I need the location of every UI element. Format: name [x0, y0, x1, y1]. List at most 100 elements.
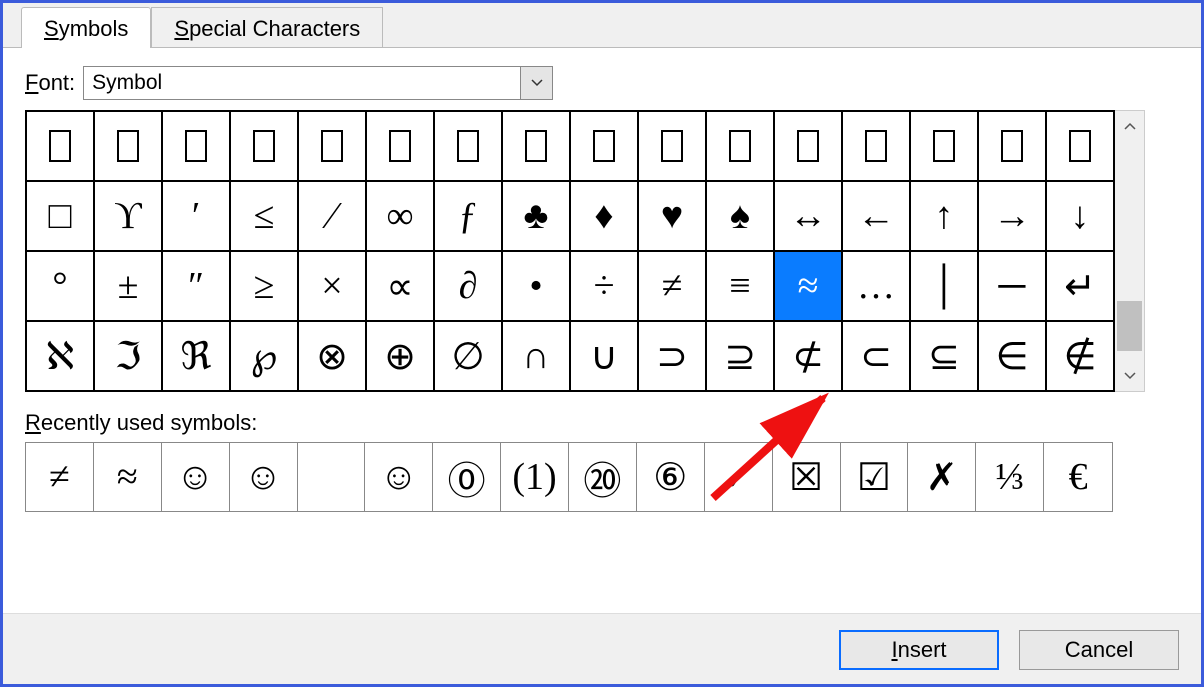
symbol-cell[interactable]: ⊄: [774, 321, 842, 391]
recent-label: Recently used symbols:: [25, 410, 1179, 436]
symbol-cell[interactable]: °: [26, 251, 94, 321]
symbol-cell[interactable]: ℵ: [26, 321, 94, 391]
empty-glyph-icon: [729, 130, 751, 162]
symbol-cell[interactable]: ′: [162, 181, 230, 251]
font-select[interactable]: Symbol: [83, 66, 553, 100]
recent-symbol-cell[interactable]: ☒: [773, 443, 841, 511]
symbol-cell[interactable]: [774, 111, 842, 181]
empty-glyph-icon: [865, 130, 887, 162]
tab-symbols[interactable]: Symbols: [21, 7, 151, 48]
symbol-cell[interactable]: ≈: [774, 251, 842, 321]
symbol-cell[interactable]: ♠: [706, 181, 774, 251]
symbol-cell[interactable]: ⊕: [366, 321, 434, 391]
symbol-cell[interactable]: ⊗: [298, 321, 366, 391]
symbol-cell[interactable]: [230, 111, 298, 181]
scroll-up-button[interactable]: [1115, 111, 1144, 141]
symbol-cell[interactable]: …: [842, 251, 910, 321]
chevron-down-icon: [531, 79, 543, 87]
recent-symbol-cell[interactable]: ⓪: [433, 443, 501, 511]
symbol-cell[interactable]: [366, 111, 434, 181]
symbol-cell[interactable]: ≡: [706, 251, 774, 321]
symbol-cell[interactable]: ⊃: [638, 321, 706, 391]
symbol-cell[interactable]: ⁄: [298, 181, 366, 251]
grid-scrollbar[interactable]: [1115, 110, 1145, 392]
recent-symbol-cell[interactable]: ☺: [162, 443, 230, 511]
empty-glyph-icon: [321, 130, 343, 162]
symbol-cell[interactable]: ∂: [434, 251, 502, 321]
scroll-thumb[interactable]: [1117, 301, 1142, 351]
symbol-cell[interactable]: ♣: [502, 181, 570, 251]
symbol-cell[interactable]: [638, 111, 706, 181]
symbol-cell[interactable]: ∅: [434, 321, 502, 391]
symbol-cell[interactable]: •: [502, 251, 570, 321]
symbol-cell[interactable]: ↓: [1046, 181, 1114, 251]
symbol-cell[interactable]: ⊇: [706, 321, 774, 391]
recent-symbol-cell[interactable]: (1): [501, 443, 569, 511]
symbol-cell[interactable]: →: [978, 181, 1046, 251]
symbol-cell[interactable]: [162, 111, 230, 181]
font-label: Font:: [25, 70, 75, 96]
symbol-cell[interactable]: ≤: [230, 181, 298, 251]
symbol-cell[interactable]: ↔: [774, 181, 842, 251]
symbol-cell[interactable]: ←: [842, 181, 910, 251]
symbol-cell[interactable]: ∉: [1046, 321, 1114, 391]
symbol-cell[interactable]: [842, 111, 910, 181]
symbol-cell[interactable]: ÷: [570, 251, 638, 321]
symbol-cell[interactable]: ±: [94, 251, 162, 321]
tab-special-characters[interactable]: Special Characters: [151, 7, 383, 48]
symbol-cell[interactable]: ∝: [366, 251, 434, 321]
symbol-cell[interactable]: ≥: [230, 251, 298, 321]
symbol-cell[interactable]: ≠: [638, 251, 706, 321]
scroll-down-button[interactable]: [1115, 361, 1144, 391]
symbol-grid-wrap: □ϒ′≤⁄∞ƒ♣♦♥♠↔←↑→↓ °±″≥×∝∂•÷≠≡≈…│─↵ ℵℑℜ℘⊗⊕∅∩…: [25, 110, 1179, 392]
symbol-cell[interactable]: ℘: [230, 321, 298, 391]
scroll-track[interactable]: [1115, 141, 1144, 361]
symbol-cell[interactable]: ⊆: [910, 321, 978, 391]
symbol-cell[interactable]: [502, 111, 570, 181]
recent-symbol-cell[interactable]: ☺: [230, 443, 298, 511]
symbol-cell[interactable]: [978, 111, 1046, 181]
recent-symbol-cell[interactable]: ☑: [841, 443, 909, 511]
recent-symbol-cell[interactable]: ≠: [26, 443, 94, 511]
symbol-cell[interactable]: ∈: [978, 321, 1046, 391]
symbol-cell[interactable]: [570, 111, 638, 181]
symbol-cell[interactable]: ∞: [366, 181, 434, 251]
symbol-cell[interactable]: [298, 111, 366, 181]
symbol-cell[interactable]: ∪: [570, 321, 638, 391]
symbol-cell[interactable]: ϒ: [94, 181, 162, 251]
symbol-cell[interactable]: ℑ: [94, 321, 162, 391]
symbol-cell[interactable]: ƒ: [434, 181, 502, 251]
symbol-cell[interactable]: [910, 111, 978, 181]
symbol-cell[interactable]: [1046, 111, 1114, 181]
symbol-cell[interactable]: ↵: [1046, 251, 1114, 321]
symbol-cell[interactable]: ↑: [910, 181, 978, 251]
symbol-cell[interactable]: │: [910, 251, 978, 321]
symbol-cell[interactable]: □: [26, 181, 94, 251]
symbol-cell[interactable]: ♦: [570, 181, 638, 251]
symbol-cell[interactable]: ─: [978, 251, 1046, 321]
symbol-cell[interactable]: [434, 111, 502, 181]
insert-button[interactable]: Insert: [839, 630, 999, 670]
font-dropdown-button[interactable]: [520, 67, 552, 99]
symbol-cell[interactable]: ⊂: [842, 321, 910, 391]
symbol-cell[interactable]: [706, 111, 774, 181]
recent-symbol-cell[interactable]: ☺: [365, 443, 433, 511]
recent-symbol-cell[interactable]: ✓: [705, 443, 773, 511]
recent-symbol-cell[interactable]: ✗: [908, 443, 976, 511]
recent-grid: ≠≈☺☺☺⓪(1)⑳⑥✓☒☑✗⅓€: [25, 442, 1113, 512]
recent-symbol-cell[interactable]: ≈: [94, 443, 162, 511]
empty-glyph-icon: [1069, 130, 1091, 162]
symbol-cell[interactable]: ♥: [638, 181, 706, 251]
recent-symbol-cell[interactable]: €: [1044, 443, 1112, 511]
symbol-cell[interactable]: ×: [298, 251, 366, 321]
symbol-cell[interactable]: [94, 111, 162, 181]
symbol-cell[interactable]: [26, 111, 94, 181]
recent-symbol-cell[interactable]: [298, 443, 366, 511]
symbol-cell[interactable]: ℜ: [162, 321, 230, 391]
symbol-cell[interactable]: ∩: [502, 321, 570, 391]
cancel-button[interactable]: Cancel: [1019, 630, 1179, 670]
recent-symbol-cell[interactable]: ⑥: [637, 443, 705, 511]
symbol-cell[interactable]: ″: [162, 251, 230, 321]
recent-symbol-cell[interactable]: ⑳: [569, 443, 637, 511]
recent-symbol-cell[interactable]: ⅓: [976, 443, 1044, 511]
